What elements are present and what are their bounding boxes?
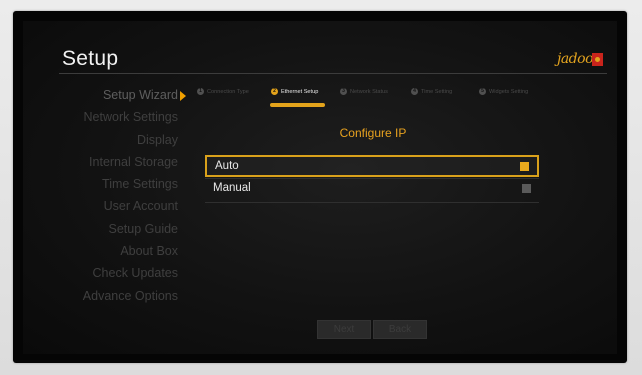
sidebar-item-display[interactable]: Display bbox=[53, 129, 178, 151]
option-label: Manual bbox=[213, 182, 251, 194]
brand-logo-text: jadoo bbox=[556, 51, 594, 67]
sidebar-item-about-box[interactable]: About Box bbox=[53, 240, 178, 262]
page-title: Setup bbox=[62, 47, 119, 70]
sidebar-item-setup-wizard[interactable]: Setup Wizard bbox=[53, 84, 178, 106]
brand-logo: jadoo bbox=[557, 48, 603, 70]
step-number-icon: 4 bbox=[411, 88, 418, 95]
active-step-indicator bbox=[270, 103, 325, 107]
wizard-step-ethernet-setup[interactable]: 2 Ethernet Setup bbox=[271, 88, 318, 95]
checkbox-unchecked-icon[interactable] bbox=[522, 184, 531, 193]
back-button[interactable]: Back bbox=[373, 320, 427, 339]
sidebar-item-setup-guide[interactable]: Setup Guide bbox=[53, 218, 179, 240]
active-item-arrow-icon bbox=[180, 91, 186, 101]
step-label: Network Status bbox=[350, 88, 388, 95]
setup-screen: Setup jadoo Setup Wizard Network Setting… bbox=[23, 21, 617, 354]
step-label: Ethernet Setup bbox=[281, 88, 319, 95]
step-label: Connection Type bbox=[207, 88, 249, 95]
sidebar-item-check-updates[interactable]: Check Updates bbox=[53, 262, 178, 284]
option-divider bbox=[205, 202, 539, 203]
step-number-icon: 3 bbox=[340, 88, 347, 95]
step-label: Widgets Setting bbox=[489, 88, 529, 95]
sidebar-item-time-settings[interactable]: Time Settings bbox=[53, 173, 178, 195]
tv-frame: Setup jadoo Setup Wizard Network Setting… bbox=[0, 0, 642, 375]
sidebar-item-user-account[interactable]: User Account bbox=[53, 195, 178, 217]
panel-title: Configure IP bbox=[339, 126, 407, 140]
option-label: Auto bbox=[215, 160, 239, 172]
wizard-steps: 1 Connection Type 2 Ethernet Setup 3 Net… bbox=[197, 88, 617, 108]
checkbox-checked-icon[interactable] bbox=[520, 162, 529, 171]
option-manual[interactable]: Manual bbox=[205, 179, 539, 201]
step-number-icon: 1 bbox=[197, 88, 204, 95]
sidebar-item-internal-storage[interactable]: Internal Storage bbox=[53, 151, 178, 173]
wizard-step-connection-type[interactable]: 1 Connection Type bbox=[197, 88, 249, 95]
wizard-step-time-setting[interactable]: 4 Time Setting bbox=[411, 88, 452, 95]
settings-sidebar: Setup Wizard Network Settings Display In… bbox=[53, 84, 178, 307]
step-label: Time Setting bbox=[421, 88, 453, 95]
wizard-step-widgets-setting[interactable]: 5 Widgets Setting bbox=[479, 88, 528, 95]
sidebar-item-advance-options[interactable]: Advance Options bbox=[53, 285, 178, 307]
next-button[interactable]: Next bbox=[317, 320, 371, 339]
option-auto[interactable]: Auto bbox=[205, 155, 539, 177]
step-number-icon: 2 bbox=[271, 88, 278, 95]
wizard-step-network-status[interactable]: 3 Network Status bbox=[340, 88, 388, 95]
header-divider bbox=[59, 73, 607, 74]
step-number-icon: 5 bbox=[479, 88, 486, 95]
brand-logo-mark-icon bbox=[592, 52, 603, 66]
sidebar-item-network-settings[interactable]: Network Settings bbox=[53, 106, 178, 128]
